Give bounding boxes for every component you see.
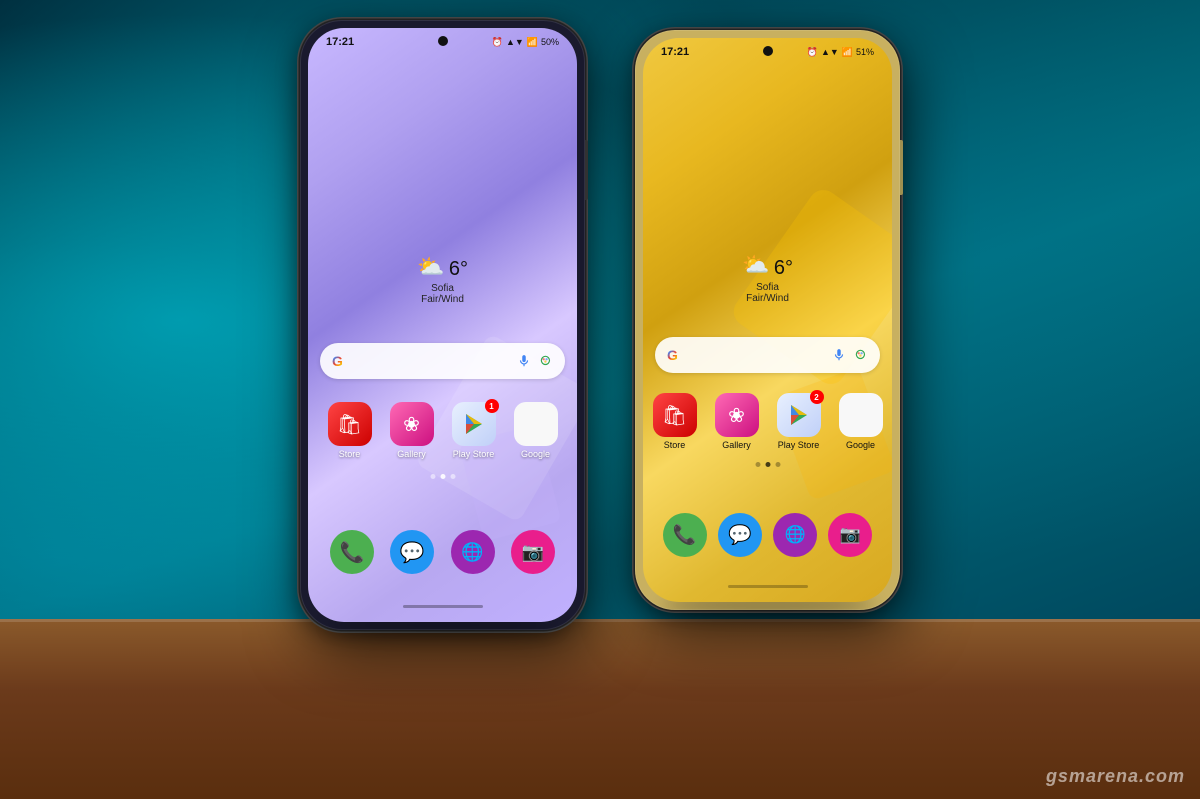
app-store-left[interactable]: 🛍 Store (328, 402, 372, 459)
gallery-label-right: Gallery (722, 440, 751, 450)
camera-hole-right (763, 46, 773, 56)
gallery-icon-right: ❀ (715, 393, 759, 437)
gallery-label-left: Gallery (397, 449, 426, 459)
app-grid-right: 🛍 Store ❀ Gallery (643, 393, 892, 450)
app-google-right[interactable]: Google (839, 393, 883, 450)
weather-temp-right: 6° (774, 257, 793, 280)
alarm-icon: ⏰ (492, 37, 503, 48)
google-g-right: G (667, 347, 678, 363)
dock-camera-left[interactable]: 📷 (511, 530, 555, 574)
app-gallery-left[interactable]: ❀ Gallery (390, 402, 434, 459)
screen-right: 17:21 ⏰ ▲▼ 📶 51% ⛅ 6° Sofia Fair/Wind (643, 38, 892, 602)
alarm-right: ⏰ (807, 47, 818, 58)
scene: 17:21 ⏰ ▲▼ 📶 50% ⛅ 6° Sofia Fair/Wind (0, 0, 1200, 799)
phone-left: 17:21 ⏰ ▲▼ 📶 50% ⛅ 6° Sofia Fair/Wind (300, 20, 585, 630)
watermark: gsmarena.com (1046, 766, 1185, 787)
app-grid-left: 🛍 Store ❀ Gallery (308, 402, 577, 459)
app-gallery-right[interactable]: ❀ Gallery (715, 393, 759, 450)
dot-3-right (775, 462, 780, 467)
mic-icon-left (517, 354, 531, 368)
weather-location-right: Sofia (742, 282, 793, 293)
dock-messages-right[interactable]: 💬 (718, 513, 762, 557)
mic-icon-right (832, 348, 846, 362)
playstore-badge-left: 1 (485, 399, 499, 413)
wifi-right: 📶 (842, 47, 853, 58)
weather-condition-left: Fair/Wind (417, 294, 468, 305)
weather-icon-left: ⛅ (417, 254, 444, 280)
signal-left: ▲▼ (506, 37, 524, 47)
phones-container: 17:21 ⏰ ▲▼ 📶 50% ⛅ 6° Sofia Fair/Wind (300, 20, 900, 630)
page-dots-right (755, 462, 780, 467)
page-dots-left (430, 474, 455, 479)
dot-1-right (755, 462, 760, 467)
dock-messages-left[interactable]: 💬 (390, 530, 434, 574)
google-icon-right (839, 393, 883, 437)
screen-left: 17:21 ⏰ ▲▼ 📶 50% ⛅ 6° Sofia Fair/Wind (308, 28, 577, 622)
google-label-right: Google (846, 440, 875, 450)
dock-phone-right[interactable]: 📞 (663, 513, 707, 557)
playstore-label-left: Play Store (453, 449, 495, 459)
app-playstore-right[interactable]: 2 Play Store (777, 393, 821, 450)
app-store-right[interactable]: 🛍 Store (653, 393, 697, 450)
dock-right: 📞 💬 🌐 📷 (657, 513, 878, 557)
dot-2-left (440, 474, 445, 479)
weather-condition-right: Fair/Wind (742, 293, 793, 304)
gallery-icon-left: ❀ (390, 402, 434, 446)
time-left: 17:21 (326, 36, 354, 48)
battery-left: 50% (541, 37, 559, 47)
weather-temp-left: 6° (449, 258, 468, 281)
google-g-left: G (332, 353, 343, 369)
app-playstore-left[interactable]: 1 Play Store (452, 402, 496, 459)
battery-right: 51% (856, 47, 874, 57)
dock-phone-left[interactable]: 📞 (330, 530, 374, 574)
weather-left: ⛅ 6° Sofia Fair/Wind (417, 254, 468, 305)
table-surface (0, 619, 1200, 799)
store-label-left: Store (339, 449, 361, 459)
dock-internet-right[interactable]: 🌐 (773, 513, 817, 557)
playstore-icon-left: 1 (452, 402, 496, 446)
dot-2-right (765, 462, 770, 467)
status-icons-left: ⏰ ▲▼ 📶 50% (492, 37, 559, 48)
lens-icon-left (539, 354, 553, 368)
store-icon-left: 🛍 (328, 402, 372, 446)
playstore-icon-right: 2 (777, 393, 821, 437)
dock-internet-left[interactable]: 🌐 (451, 530, 495, 574)
lens-icon-right (854, 348, 868, 362)
status-icons-right: ⏰ ▲▼ 📶 51% (807, 47, 874, 58)
playstore-badge-right: 2 (810, 390, 824, 404)
time-right: 17:21 (661, 46, 689, 58)
dock-left: 📞 💬 🌐 📷 (322, 530, 563, 574)
dot-3-left (450, 474, 455, 479)
search-bar-left[interactable]: G (320, 343, 565, 379)
playstore-label-right: Play Store (778, 440, 820, 450)
store-label-right: Store (664, 440, 686, 450)
store-icon-right: 🛍 (653, 393, 697, 437)
wifi-left: 📶 (527, 37, 538, 48)
home-bar-left (403, 605, 483, 608)
dot-1-left (430, 474, 435, 479)
phone-right: 17:21 ⏰ ▲▼ 📶 51% ⛅ 6° Sofia Fair/Wind (635, 30, 900, 610)
camera-hole-left (438, 36, 448, 46)
weather-right: ⛅ 6° Sofia Fair/Wind (742, 252, 793, 303)
dock-camera-right[interactable]: 📷 (828, 513, 872, 557)
signal-right: ▲▼ (821, 47, 839, 57)
search-bar-right[interactable]: G (655, 337, 880, 373)
app-google-left[interactable]: Google (514, 402, 558, 459)
google-icon-left (514, 402, 558, 446)
home-bar-right (728, 585, 808, 588)
google-label-left: Google (521, 449, 550, 459)
weather-location-left: Sofia (417, 283, 468, 294)
weather-icon-right: ⛅ (742, 252, 769, 278)
